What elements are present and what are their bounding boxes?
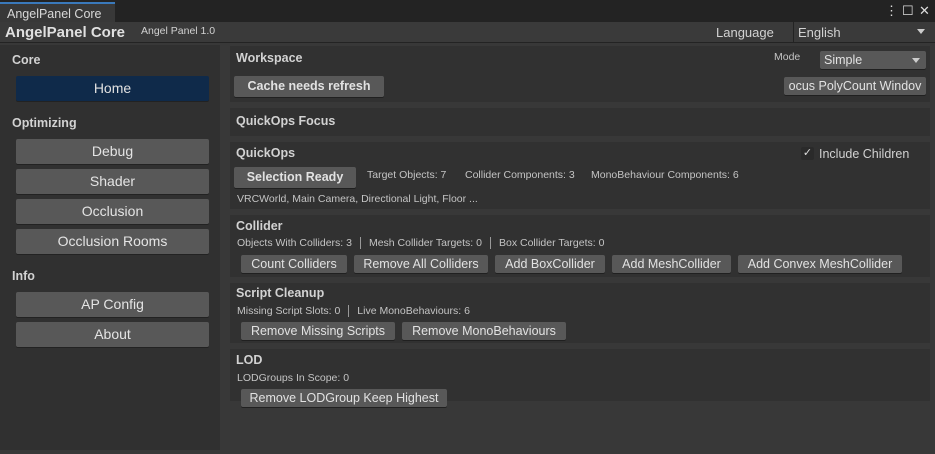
sidebar-item-about[interactable]: About (16, 322, 209, 347)
version-label: Angel Panel 1.0 (141, 25, 216, 37)
include-children-checkbox[interactable]: ✓ (801, 147, 814, 160)
collider-stats: Objects With Colliders: 3 Mesh Collider T… (237, 237, 605, 250)
mode-label: Mode (774, 51, 801, 63)
add-boxcollider-button[interactable]: Add BoxCollider (495, 255, 605, 273)
mode-dropdown[interactable]: Simple (820, 51, 926, 69)
sidebar-section-info: Info (12, 269, 35, 283)
tab-bar (0, 0, 935, 22)
add-meshcollider-button[interactable]: Add MeshCollider (612, 255, 731, 273)
lodgroups-in-scope: LODGroups In Scope: 0 (237, 372, 350, 384)
sidebar-item-ap-config[interactable]: AP Config (16, 292, 209, 317)
include-children-label: Include Children (819, 147, 910, 161)
collider-components-count: Collider Components: 3 (465, 169, 575, 181)
count-colliders-button[interactable]: Count Colliders (241, 255, 347, 273)
live-monobehaviours: Live MonoBehaviours: 6 (357, 305, 470, 317)
chevron-down-icon (917, 29, 925, 34)
remove-monobehaviours-button[interactable]: Remove MonoBehaviours (402, 322, 566, 340)
remove-lodgroup-keep-highest-button[interactable]: Remove LODGroup Keep Highest (241, 389, 447, 407)
workspace-title: Workspace (236, 51, 303, 65)
selection-list: VRCWorld, Main Camera, Directional Light… (237, 193, 478, 205)
sidebar-section-core: Core (12, 53, 41, 67)
language-dropdown[interactable]: English (793, 22, 935, 43)
selection-ready-button[interactable]: Selection Ready (234, 167, 356, 188)
add-convex-meshcollider-button[interactable]: Add Convex MeshCollider (738, 255, 902, 273)
quickops-focus-title[interactable]: QuickOps Focus (236, 114, 335, 128)
target-objects-count: Target Objects: 7 (367, 169, 447, 181)
sidebar-item-debug[interactable]: Debug (16, 139, 209, 164)
maximize-icon[interactable]: ☐ (902, 3, 914, 19)
chevron-down-icon (912, 58, 920, 63)
mode-value: Simple (824, 53, 863, 67)
collider-title: Collider (236, 219, 283, 233)
sidebar-section-optimizing: Optimizing (12, 116, 77, 130)
sidebar-item-occlusion[interactable]: Occlusion (16, 199, 209, 224)
box-collider-targets: Box Collider Targets: 0 (498, 237, 605, 249)
language-value: English (798, 25, 841, 40)
window-tab[interactable]: AngelPanel Core (0, 2, 115, 22)
close-icon[interactable]: ✕ (919, 3, 930, 19)
mesh-collider-targets: Mesh Collider Targets: 0 (368, 237, 482, 249)
remove-missing-scripts-button[interactable]: Remove Missing Scripts (241, 322, 395, 340)
lod-title: LOD (236, 353, 263, 367)
remove-all-colliders-button[interactable]: Remove All Colliders (354, 255, 488, 273)
monobehaviour-components-count: MonoBehaviour Components: 6 (591, 169, 739, 181)
language-label: Language (716, 25, 774, 40)
menu-icon[interactable]: ⋮ (885, 3, 898, 19)
objects-with-colliders: Objects With Colliders: 3 (237, 237, 352, 249)
cache-refresh-button[interactable]: Cache needs refresh (234, 76, 384, 97)
script-cleanup-stats: Missing Script Slots: 0 Live MonoBehaviou… (237, 305, 470, 318)
app-title: AngelPanel Core (5, 24, 126, 41)
sidebar-item-occlusion-rooms[interactable]: Occlusion Rooms (16, 229, 209, 254)
sidebar-item-home[interactable]: Home (16, 76, 209, 101)
script-cleanup-title: Script Cleanup (236, 286, 325, 300)
focus-polycount-button[interactable]: ocus PolyCount Windov (784, 77, 926, 95)
missing-script-slots: Missing Script Slots: 0 (237, 305, 341, 317)
quickops-title: QuickOps (236, 146, 296, 160)
sidebar-item-shader[interactable]: Shader (16, 169, 209, 194)
